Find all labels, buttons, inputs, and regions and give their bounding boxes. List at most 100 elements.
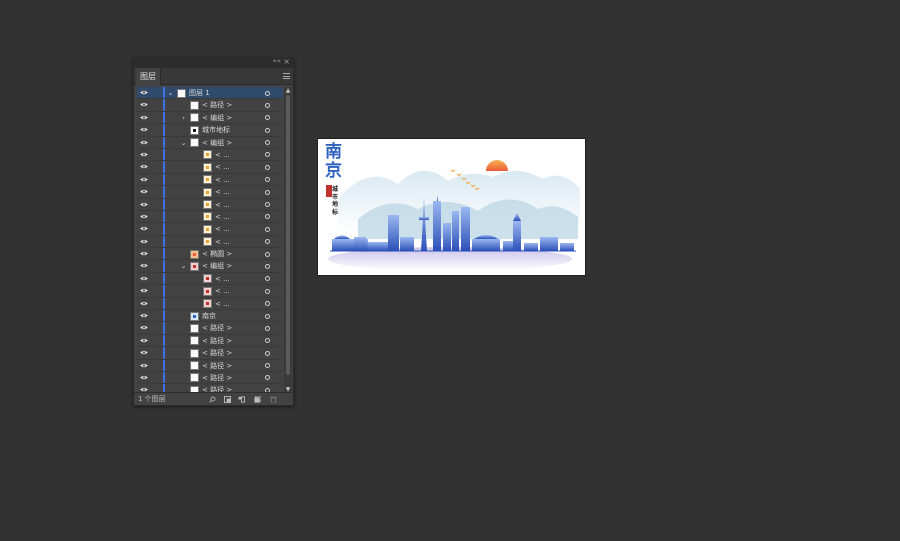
layer-row[interactable]: < ... (137, 272, 283, 286)
layer-thumbnail (177, 88, 186, 98)
visibility-eye-icon[interactable] (140, 189, 148, 194)
layer-target-circle[interactable] (265, 350, 270, 356)
visibility-eye-icon[interactable] (140, 301, 148, 306)
visibility-eye-icon[interactable] (140, 115, 148, 120)
layer-target-circle[interactable] (265, 189, 270, 195)
visibility-eye-icon[interactable] (140, 338, 148, 343)
layer-row[interactable]: 南京 (137, 310, 283, 323)
layer-row[interactable]: < 路径 > (137, 334, 283, 348)
visibility-eye-icon[interactable] (140, 363, 148, 368)
layer-row[interactable]: < 路径 > (137, 347, 283, 360)
layer-target-circle[interactable] (265, 239, 270, 245)
visibility-eye-icon[interactable] (140, 226, 148, 231)
visibility-eye-icon[interactable] (140, 202, 148, 207)
layer-target-circle[interactable] (265, 202, 270, 208)
layer-row[interactable]: < ... (137, 285, 283, 298)
layer-target-circle[interactable] (265, 375, 270, 381)
layer-row[interactable]: < ... (137, 297, 283, 311)
layer-row[interactable]: < ... (137, 173, 283, 187)
layer-thumbnail (190, 336, 199, 346)
layer-row[interactable]: ⌄ < 编组 > (137, 260, 283, 273)
visibility-eye-icon[interactable] (140, 90, 148, 95)
visibility-eye-icon[interactable] (140, 164, 148, 169)
visibility-eye-icon[interactable] (140, 325, 148, 330)
visibility-eye-icon[interactable] (140, 350, 148, 355)
layer-target-circle[interactable] (265, 140, 270, 146)
layer-row[interactable]: < 路径 > (137, 359, 283, 372)
layer-row[interactable]: 城市地标 (137, 124, 283, 137)
layer-row[interactable]: < 路径 > (137, 371, 283, 385)
layer-row[interactable]: ⌄ < 编组 > (137, 136, 283, 149)
visibility-eye-icon[interactable] (140, 102, 148, 107)
layer-row[interactable]: < ... (137, 186, 283, 199)
layer-target-circle[interactable] (265, 276, 270, 282)
chevron-down-icon[interactable]: ⌄ (180, 137, 187, 149)
visibility-eye-icon[interactable] (140, 375, 148, 380)
layer-row[interactable]: › < 编组 > (137, 111, 283, 125)
layer-row[interactable]: < 椭圆 > (137, 248, 283, 261)
close-panel-icon[interactable]: × (283, 57, 290, 66)
layer-target-circle[interactable] (265, 226, 270, 232)
layer-target-circle[interactable] (265, 115, 270, 121)
layer-row[interactable]: < ... (137, 223, 283, 236)
layer-target-circle[interactable] (265, 214, 270, 220)
layer-row[interactable]: < ... (137, 148, 283, 162)
layer-target-circle[interactable] (265, 325, 270, 331)
visibility-eye-icon[interactable] (140, 288, 148, 293)
new-sublayer-icon[interactable] (238, 396, 245, 403)
visibility-eye-icon[interactable] (140, 251, 148, 256)
layer-target-circle[interactable] (265, 127, 270, 133)
layer-target-circle[interactable] (265, 90, 270, 96)
layer-target-circle[interactable] (265, 313, 270, 319)
visibility-eye-icon[interactable] (140, 276, 148, 281)
layer-row[interactable]: < ... (137, 210, 283, 224)
layer-target-circle[interactable] (265, 338, 270, 344)
layer-list-scrollbar[interactable]: ▲ ▼ (284, 87, 292, 393)
scroll-up-icon[interactable]: ▲ (284, 87, 292, 94)
visibility-eye-icon[interactable] (140, 177, 148, 182)
layer-thumbnail (203, 299, 212, 309)
layer-target-circle[interactable] (265, 288, 270, 294)
layer-color-bar (163, 99, 165, 111)
layer-target-circle[interactable] (265, 102, 270, 108)
layer-row[interactable]: < ... (137, 161, 283, 174)
collapse-panel-icon[interactable]: «« (272, 57, 281, 65)
layer-row[interactable]: < 路径 > (137, 99, 283, 112)
layer-row[interactable]: < 路径 > (137, 322, 283, 335)
visibility-eye-icon[interactable] (140, 263, 148, 268)
layer-row[interactable]: ⌄ 图层 1 (137, 87, 283, 100)
panel-title-bar[interactable]: «« × (134, 57, 293, 68)
layer-target-circle[interactable] (265, 177, 270, 183)
hamburger-menu-icon[interactable] (283, 73, 290, 81)
clipping-mask-icon[interactable] (224, 396, 231, 403)
tab-layers[interactable]: 图层 (136, 68, 161, 85)
visibility-eye-icon[interactable] (140, 127, 148, 132)
layer-row[interactable]: < ... (137, 235, 283, 249)
layer-target-circle[interactable] (265, 263, 270, 269)
layer-target-circle[interactable] (265, 251, 270, 257)
visibility-eye-icon[interactable] (140, 214, 148, 219)
layer-label: < 路径 > (202, 101, 233, 110)
layer-row[interactable]: < ... (137, 198, 283, 211)
artboard[interactable]: 南 京 城 市 地 标 (318, 139, 585, 275)
layer-label: 图层 1 (189, 89, 210, 97)
layer-label: < ... (215, 163, 230, 172)
visibility-eye-icon[interactable] (140, 140, 148, 145)
title-char-2: 京 (325, 161, 342, 181)
visibility-eye-icon[interactable] (140, 313, 148, 318)
layer-color-bar (163, 334, 165, 347)
layer-color-bar (163, 198, 165, 210)
visibility-eye-icon[interactable] (140, 152, 148, 157)
trash-icon[interactable] (270, 396, 277, 403)
layer-target-circle[interactable] (265, 152, 270, 158)
chevron-down-icon[interactable]: ⌄ (180, 260, 187, 272)
visibility-eye-icon[interactable] (140, 239, 148, 244)
search-layer-icon[interactable] (209, 396, 216, 403)
chevron-right-icon[interactable]: › (180, 112, 187, 124)
scrollbar-thumb[interactable] (286, 95, 290, 375)
new-layer-icon[interactable] (254, 396, 261, 403)
layer-target-circle[interactable] (265, 301, 270, 307)
layer-target-circle[interactable] (265, 164, 270, 170)
layer-target-circle[interactable] (265, 363, 270, 369)
chevron-down-icon[interactable]: ⌄ (167, 87, 174, 99)
